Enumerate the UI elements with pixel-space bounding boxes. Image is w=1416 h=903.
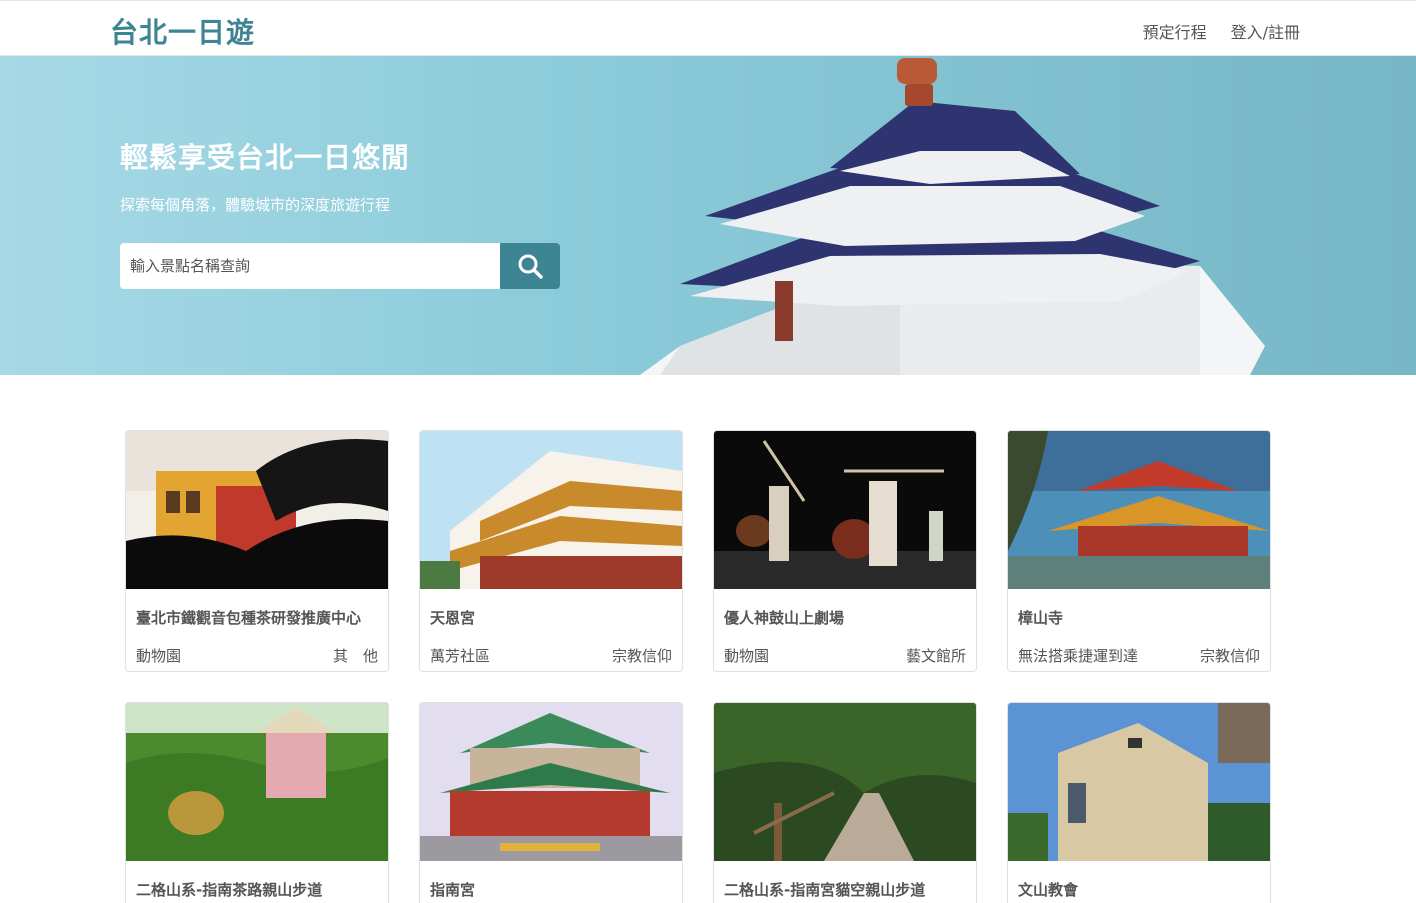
attraction-card[interactable]: 指南宮	[419, 702, 683, 903]
nav-links: 預定行程 登入/註冊	[1143, 19, 1300, 43]
attraction-image	[1008, 431, 1270, 589]
search-input[interactable]	[120, 243, 500, 289]
attraction-title: 二格山系-指南宮貓空親山步道	[724, 881, 926, 899]
attraction-image	[714, 431, 976, 589]
attraction-mrt: 動物園	[724, 647, 770, 665]
attraction-image	[420, 431, 682, 589]
attraction-card[interactable]: 文山教會	[1007, 702, 1271, 903]
attraction-title: 文山教會	[1018, 881, 1079, 899]
attraction-title: 優人神鼓山上劇場	[724, 609, 845, 627]
attraction-image	[126, 703, 388, 861]
attraction-image	[420, 703, 682, 861]
nav-link-booking[interactable]: 預定行程	[1143, 19, 1207, 43]
attraction-mrt: 動物園	[136, 647, 182, 665]
navbar: 台北一日遊 預定行程 登入/註冊	[0, 0, 1416, 56]
search-icon	[518, 254, 543, 279]
attraction-image	[714, 703, 976, 861]
search-button[interactable]	[500, 243, 560, 289]
attraction-meta: 動物園 藝文館所	[724, 645, 966, 666]
attraction-category: 宗教信仰	[1199, 647, 1260, 665]
hero-title: 輕鬆享受台北一日悠閒	[120, 141, 411, 174]
attraction-title: 樟山寺	[1018, 609, 1064, 627]
attraction-title: 臺北市鐵觀音包種茶研發推廣中心	[136, 609, 362, 627]
attraction-mrt: 無法搭乘捷運到達	[1018, 647, 1139, 665]
hero-banner: 輕鬆享受台北一日悠閒 探索每個角落，體驗城市的深度旅遊行程	[0, 56, 1416, 375]
attraction-image	[1008, 703, 1270, 861]
attraction-card[interactable]: 樟山寺 無法搭乘捷運到達 宗教信仰	[1007, 430, 1271, 672]
attraction-meta: 無法搭乘捷運到達 宗教信仰	[1018, 645, 1260, 666]
hero-subtitle: 探索每個角落，體驗城市的深度旅遊行程	[120, 196, 391, 214]
search-box	[120, 243, 560, 289]
attraction-title: 天恩宮	[430, 609, 476, 627]
attraction-card[interactable]: 二格山系-指南茶路親山步道	[125, 702, 389, 903]
attraction-meta: 萬芳社區 宗教信仰	[430, 645, 672, 666]
brand-logo[interactable]: 台北一日遊	[110, 11, 255, 51]
attraction-card[interactable]: 優人神鼓山上劇場 動物園 藝文館所	[713, 430, 977, 672]
attraction-category: 藝文館所	[905, 647, 966, 665]
attraction-category: 宗教信仰	[611, 647, 672, 665]
attraction-meta: 動物園 其 他	[136, 645, 378, 666]
attraction-mrt: 萬芳社區	[430, 647, 491, 665]
attraction-card[interactable]: 二格山系-指南宮貓空親山步道	[713, 702, 977, 903]
nav-link-login[interactable]: 登入/註冊	[1231, 19, 1300, 43]
attraction-card[interactable]: 臺北市鐵觀音包種茶研發推廣中心 動物園 其 他	[125, 430, 389, 672]
attraction-image	[126, 431, 388, 589]
memorial-hall-illustration	[640, 58, 1265, 375]
attraction-card[interactable]: 天恩宮 萬芳社區 宗教信仰	[419, 430, 683, 672]
attraction-title: 二格山系-指南茶路親山步道	[136, 881, 323, 899]
attraction-category: 其 他	[332, 647, 378, 665]
attraction-title: 指南宮	[430, 881, 476, 899]
